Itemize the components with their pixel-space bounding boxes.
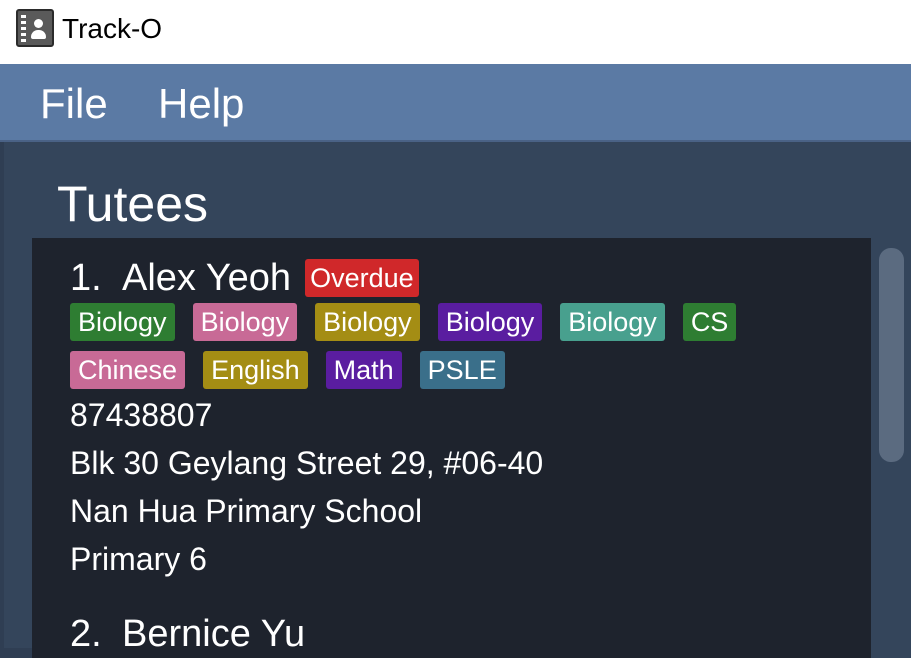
tutee-name-row: 1. Alex Yeoh Overdue bbox=[70, 256, 860, 300]
tutee-address: Blk 30 Geylang Street 29, #06-40 bbox=[70, 445, 544, 481]
tutee-card[interactable]: 2. Bernice Yu bbox=[70, 612, 860, 656]
tutee-level: Primary 6 bbox=[70, 541, 207, 577]
tutee-phone: 87438807 bbox=[70, 397, 213, 433]
tutee-name: Bernice Yu bbox=[122, 613, 306, 655]
tutee-card[interactable]: 1. Alex Yeoh Overdue Biology Biology Bio… bbox=[70, 256, 860, 583]
subject-tag: Biology bbox=[192, 303, 298, 341]
subject-tag: English bbox=[203, 351, 308, 389]
address-book-icon bbox=[16, 9, 54, 47]
subject-tag: Biology bbox=[315, 303, 420, 341]
section-title: Tutees bbox=[57, 176, 209, 232]
tutee-list-container: Tutees 1. Alex Yeoh Overdue Biology Biol… bbox=[4, 142, 911, 658]
tutee-index: 2. bbox=[70, 613, 102, 655]
subject-tag: Biology bbox=[70, 303, 175, 341]
tutee-school: Nan Hua Primary School bbox=[70, 493, 423, 529]
menu-bar: File Help bbox=[0, 64, 911, 142]
window-title: Track-O bbox=[62, 13, 163, 44]
tutee-index: 1. bbox=[70, 257, 102, 299]
menu-help[interactable]: Help bbox=[158, 80, 244, 128]
subject-tag: Math bbox=[325, 351, 402, 389]
overdue-badge: Overdue bbox=[305, 259, 419, 297]
level-tag: PSLE bbox=[419, 351, 505, 389]
window-titlebar: Track-O bbox=[0, 0, 911, 64]
tutee-name-row: 2. Bernice Yu bbox=[70, 612, 860, 656]
scrollbar-thumb[interactable] bbox=[879, 248, 904, 462]
tag-row: Biology Biology Biology Biology Biology … bbox=[70, 302, 860, 342]
menu-file[interactable]: File bbox=[40, 80, 108, 128]
tag-row: Chinese English Math PSLE bbox=[70, 350, 860, 390]
tutee-list[interactable]: 1. Alex Yeoh Overdue Biology Biology Bio… bbox=[32, 238, 875, 658]
tutee-name: Alex Yeoh bbox=[122, 257, 292, 299]
subject-tag: Biology bbox=[560, 303, 665, 341]
subject-tag: Biology bbox=[437, 303, 543, 341]
subject-tag: Chinese bbox=[70, 351, 186, 389]
subject-tag: CS bbox=[682, 303, 737, 341]
main-panel: Tutees 1. Alex Yeoh Overdue Biology Biol… bbox=[0, 142, 911, 658]
